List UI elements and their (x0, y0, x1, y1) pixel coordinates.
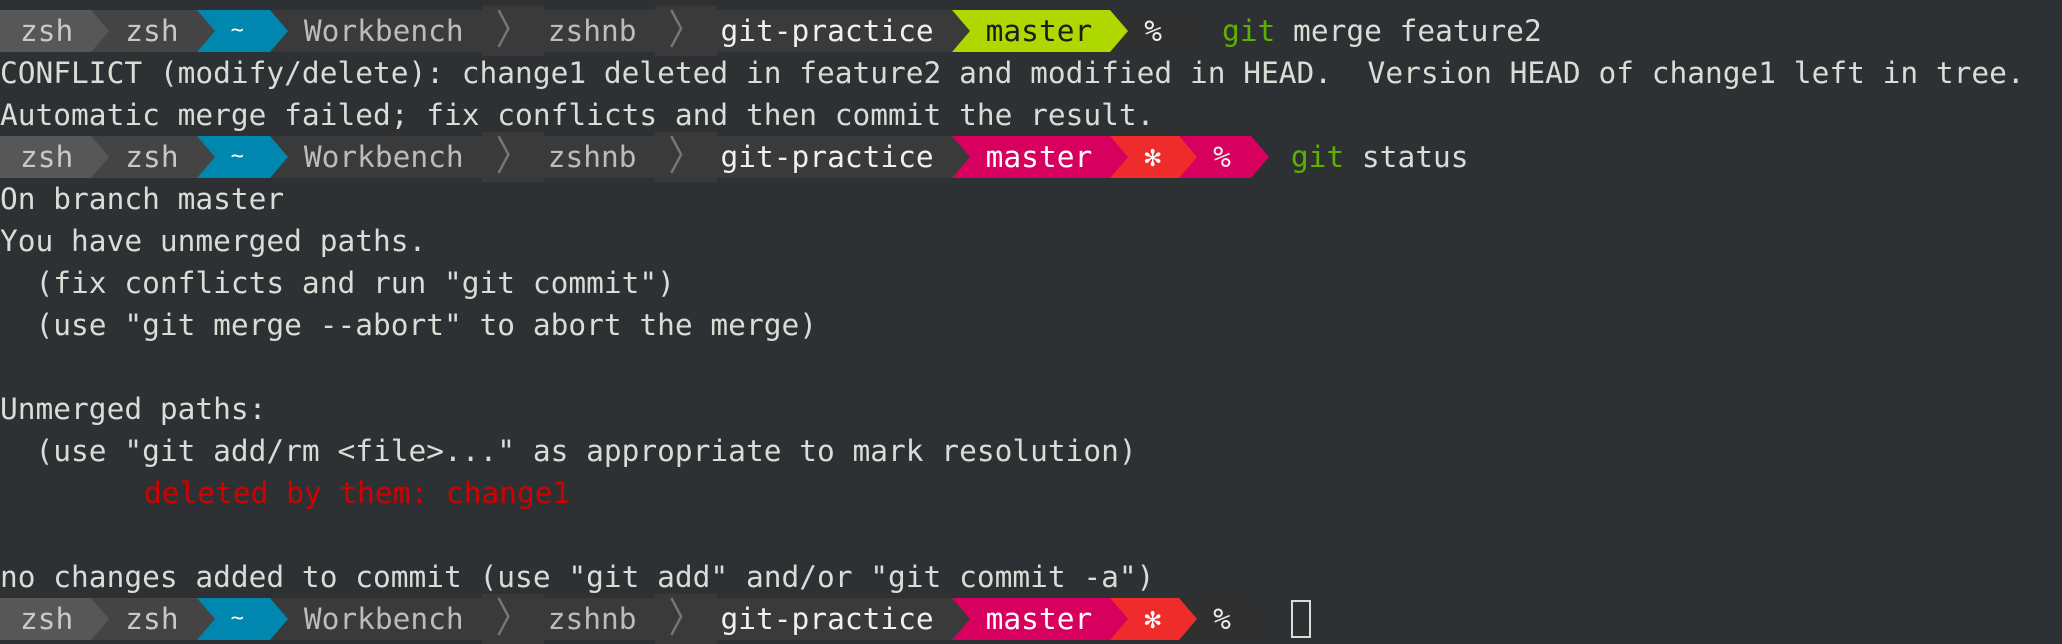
path-segment-workbench: Workbench (269, 136, 482, 178)
output-line: Unmerged paths: (0, 392, 267, 426)
prompt-segment-shell: zsh (0, 10, 110, 52)
git-branch-badge: master (951, 10, 1128, 52)
output-line: (fix conflicts and run "git commit") (0, 266, 675, 300)
path-separator-icon: 〉 (654, 593, 717, 644)
unmerged-file-entry: deleted by them: change1 (144, 476, 571, 510)
command-name: git (1222, 14, 1276, 48)
partial-output-line (0, 0, 2062, 10)
output-line: Automatic merge failed; fix conflicts an… (0, 98, 1155, 132)
terminal[interactable]: zsh zsh ~ Workbench 〉 zshnb 〉 git-practi… (0, 0, 2062, 644)
command-args: merge feature2 (1275, 14, 1542, 48)
git-branch-badge: master (951, 136, 1128, 178)
text-cursor[interactable] (1290, 600, 1311, 638)
command-line: git status (1251, 140, 1469, 174)
path-segment-current: git-practice (716, 136, 970, 178)
path-segment-current: git-practice (716, 598, 970, 640)
command-line: git merge feature2 (1182, 14, 1542, 48)
prompt-segment-shell: zsh (0, 136, 110, 178)
git-branch-badge: master (951, 598, 1128, 640)
path-separator-icon: 〉 (654, 131, 717, 183)
output-line: (use "git merge --abort" to abort the me… (0, 308, 817, 342)
prompt-segment-shell: zsh (0, 598, 110, 640)
path-segment-workbench: Workbench (269, 598, 482, 640)
command-name: git (1290, 140, 1345, 174)
path-separator-icon: 〉 (481, 593, 544, 644)
path-segment-zshnb: zshnb (543, 598, 655, 640)
shell-prompt: zsh zsh ~ Workbench 〉 zshnb 〉 git-practi… (0, 593, 2062, 644)
output-line: no changes added to commit (use "git add… (0, 560, 1155, 594)
path-segment-workbench: Workbench (269, 10, 482, 52)
output-line: (use "git add/rm <file>..." as appropria… (0, 434, 1137, 468)
path-segment-zshnb: zshnb (543, 136, 655, 178)
path-segment-zshnb: zshnb (543, 10, 655, 52)
shell-prompt: zsh zsh ~ Workbench 〉 zshnb 〉 git-practi… (0, 5, 2062, 57)
output-line: You have unmerged paths. (0, 224, 427, 258)
unmerged-file-line: deleted by them: change1 (0, 472, 2062, 514)
output-line: On branch master (0, 182, 285, 216)
output-line: CONFLICT (modify/delete): change1 delete… (0, 56, 2025, 90)
path-separator-icon: 〉 (481, 5, 544, 57)
command-args: status (1344, 140, 1469, 174)
path-separator-icon: 〉 (654, 5, 717, 57)
shell-prompt: zsh zsh ~ Workbench 〉 zshnb 〉 git-practi… (0, 131, 2062, 183)
path-separator-icon: 〉 (481, 131, 544, 183)
path-segment-current: git-practice (716, 10, 970, 52)
